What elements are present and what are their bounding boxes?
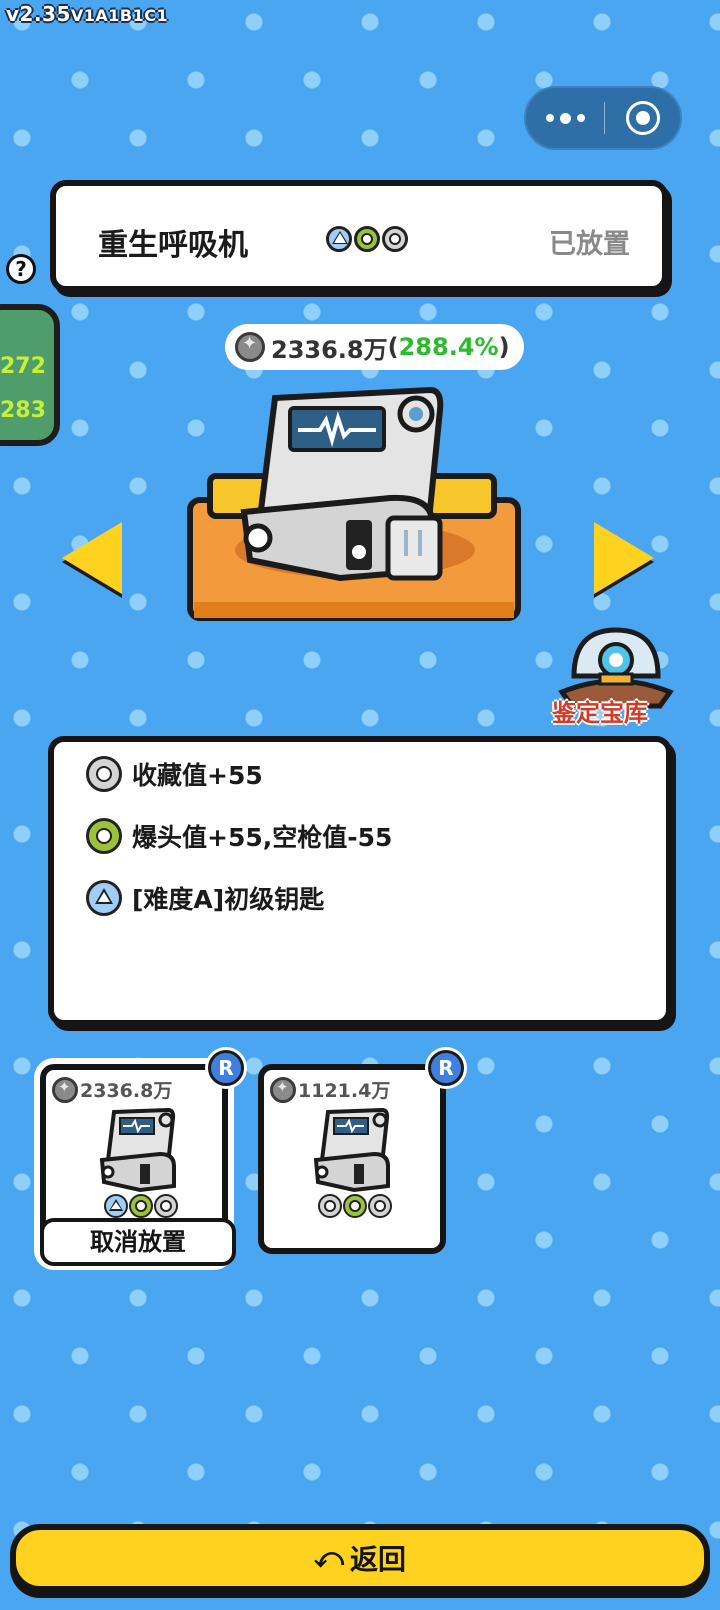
item-value-percent: 288.4% — [398, 333, 499, 361]
return-icon: ⤺ — [314, 1541, 344, 1574]
gray-ring-icon — [154, 1194, 178, 1218]
vault-label[interactable]: 鉴定宝库 — [552, 693, 648, 728]
gray-ring-icon — [318, 1194, 342, 1218]
item-value-pill: 2336.8万(288.4%) — [225, 324, 524, 370]
green-ring-icon — [86, 818, 122, 854]
item-value-amount: 2336.8万 — [271, 335, 388, 364]
attribute-text: 收藏值+55 — [132, 761, 263, 790]
green-ring-icon — [354, 226, 380, 252]
rarity-badge: R — [208, 1050, 244, 1086]
coin-icon — [52, 1076, 78, 1103]
item-card[interactable]: 1121.4万 — [258, 1064, 446, 1254]
attribute-row: [难度A]初级钥匙 — [86, 880, 324, 916]
mini-program-capsule — [524, 86, 682, 150]
gray-ring-icon — [368, 1194, 392, 1218]
item-card-value: 1121.4万 — [270, 1076, 390, 1103]
triangle-icon — [326, 226, 352, 252]
green-ring-icon — [129, 1194, 153, 1218]
item-title-card: 重生呼吸机 已放置 — [50, 180, 668, 292]
next-arrow-button[interactable] — [594, 522, 654, 594]
gray-ring-icon — [86, 756, 122, 792]
triangle-icon — [104, 1194, 128, 1218]
gray-ring-icon — [382, 226, 408, 252]
attribute-text: [难度A]初级钥匙 — [132, 885, 325, 914]
respirator-thumbnail — [99, 1107, 176, 1193]
triangle-icon — [86, 880, 122, 916]
coin-icon — [235, 332, 265, 362]
attribute-text: 爆头值+55,空枪值-55 — [132, 823, 393, 852]
title-attribute-icons — [326, 226, 410, 252]
version-label: v2.35V1A1B1C1 — [6, 2, 169, 26]
item-name: 重生呼吸机 — [98, 228, 248, 263]
side-stat-1: 272 — [0, 354, 46, 379]
side-stat-2: 283 — [0, 398, 46, 423]
rarity-badge: R — [428, 1050, 464, 1086]
item-card-value: 2336.8万 — [52, 1076, 172, 1103]
back-button-label: 返回 — [349, 1543, 406, 1576]
coin-icon — [270, 1076, 296, 1103]
green-ring-icon — [343, 1194, 367, 1218]
attribute-row: 收藏值+55 — [86, 756, 263, 792]
placement-status: 已放置 — [549, 229, 630, 260]
respirator-machine-illustration — [187, 386, 521, 621]
close-program-button[interactable] — [626, 101, 660, 135]
attribute-row: 爆头值+55,空枪值-55 — [86, 818, 392, 854]
back-button[interactable]: ⤺ 返回 — [10, 1524, 710, 1592]
capsule-divider — [604, 102, 605, 134]
more-menu-button[interactable] — [526, 88, 604, 148]
item-card-icons — [318, 1194, 393, 1218]
cancel-placement-button[interactable]: 取消放置 — [40, 1218, 236, 1266]
help-icon[interactable]: ? — [6, 254, 36, 284]
respirator-thumbnail — [313, 1107, 390, 1193]
attribute-description-card: 收藏值+55 爆头值+55,空枪值-55 [难度A]初级钥匙 — [48, 736, 672, 1026]
previous-arrow-button[interactable] — [62, 522, 122, 594]
item-card-icons — [104, 1194, 179, 1218]
